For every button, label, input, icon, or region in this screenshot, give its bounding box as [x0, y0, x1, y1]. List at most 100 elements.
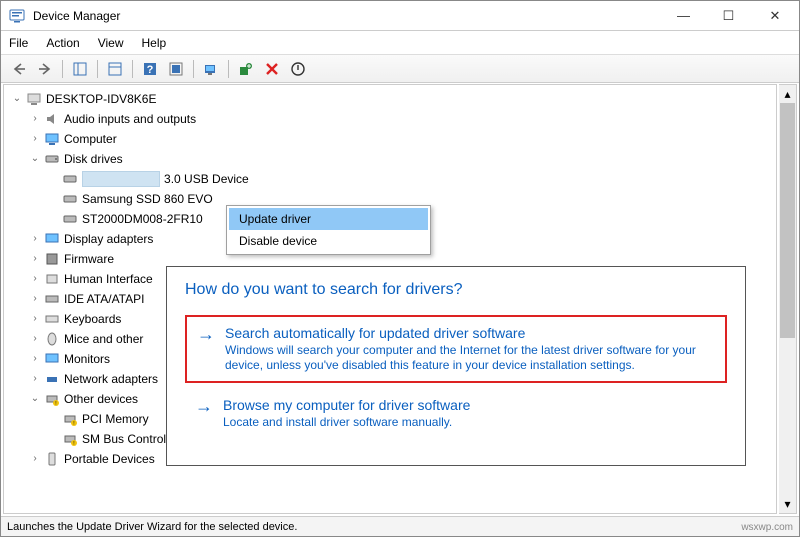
option-title: Search automatically for updated driver … [225, 325, 715, 341]
disk-icon [44, 151, 60, 167]
tree-item-label: Keyboards [64, 309, 121, 329]
tree-item-label: Samsung SSD 860 EVO [82, 189, 213, 209]
toolbar-separator [132, 60, 133, 78]
tree-item-label: Other devices [64, 389, 138, 409]
tree-item-label: Network adapters [64, 369, 158, 389]
expand-icon[interactable]: › [28, 449, 42, 469]
tree-item-label: Firmware [64, 249, 114, 269]
speaker-icon [44, 111, 60, 127]
network-icon [44, 371, 60, 387]
hid-icon [44, 271, 60, 287]
option-browse-computer[interactable]: → Browse my computer for driver software… [185, 389, 727, 438]
expand-icon[interactable]: › [28, 349, 42, 369]
vertical-scrollbar[interactable]: ▴ ▾ [779, 84, 797, 514]
blurred-label: ████████ [82, 171, 160, 187]
computer-icon [44, 131, 60, 147]
toolbar-separator [97, 60, 98, 78]
expand-icon[interactable]: › [28, 109, 42, 129]
driver-search-dialog: How do you want to search for drivers? →… [166, 266, 746, 466]
option-search-automatically[interactable]: → Search automatically for updated drive… [185, 315, 727, 383]
portable-icon [44, 451, 60, 467]
warning-icon: ! [44, 391, 60, 407]
tree-item-label: Monitors [64, 349, 110, 369]
expand-icon[interactable]: › [28, 249, 42, 269]
tree-item-label: Human Interface [64, 269, 153, 289]
forward-button[interactable] [33, 58, 57, 80]
help-button[interactable]: ? [138, 58, 162, 80]
tree-item-audio[interactable]: › Audio inputs and outputs [10, 109, 776, 129]
properties-button[interactable] [103, 58, 127, 80]
disk-icon [62, 171, 78, 187]
menu-bar: File Action View Help [1, 31, 799, 55]
tree-item-label: PCI Memory [82, 409, 149, 429]
option-desc: Locate and install driver software manua… [223, 415, 470, 430]
tree-item-label: 3.0 USB Device [164, 169, 249, 189]
scroll-thumb[interactable] [780, 103, 795, 338]
tree-item-label: Portable Devices [64, 449, 155, 469]
title-bar: Device Manager — ☐ ✕ [1, 1, 799, 31]
svg-text:!: ! [73, 421, 74, 427]
show-hide-tree-button[interactable] [68, 58, 92, 80]
scan-hardware-button[interactable] [199, 58, 223, 80]
collapse-icon[interactable]: ⌄ [10, 89, 24, 109]
tree-item-disk-drives[interactable]: ⌄ Disk drives [10, 149, 776, 169]
mouse-icon [44, 331, 60, 347]
expand-icon[interactable]: › [28, 329, 42, 349]
ctx-update-driver[interactable]: Update driver [229, 208, 428, 230]
svg-text:!: ! [55, 401, 56, 407]
tree-root[interactable]: ⌄ DESKTOP-IDV8K6E [10, 89, 776, 109]
menu-view[interactable]: View [98, 36, 124, 50]
collapse-icon[interactable]: ⌄ [28, 389, 42, 409]
toolbar-separator [228, 60, 229, 78]
uninstall-device-button[interactable] [260, 58, 284, 80]
tree-item-label: ST2000DM008-2FR10 [82, 209, 203, 229]
toolbar-separator [193, 60, 194, 78]
menu-file[interactable]: File [9, 36, 28, 50]
minimize-button[interactable]: — [661, 1, 706, 30]
collapse-icon[interactable]: ⌄ [28, 149, 42, 169]
tree-item-label: Computer [64, 129, 117, 149]
ctx-disable-device[interactable]: Disable device [229, 230, 428, 252]
dialog-title: How do you want to search for drivers? [185, 281, 727, 299]
menu-help[interactable]: Help [142, 36, 167, 50]
keyboard-icon [44, 311, 60, 327]
svg-text:!: ! [73, 441, 74, 447]
scroll-down-button[interactable]: ▾ [779, 495, 796, 513]
tree-item-label: SM Bus Controller [82, 429, 179, 449]
tree-root-label: DESKTOP-IDV8K6E [46, 89, 156, 109]
expand-icon[interactable]: › [28, 269, 42, 289]
tree-item-label: Display adapters [64, 229, 153, 249]
warning-icon: ! [62, 411, 78, 427]
window-controls: — ☐ ✕ [661, 1, 799, 30]
update-driver-button[interactable] [234, 58, 258, 80]
disk-icon [62, 191, 78, 207]
scroll-track[interactable] [779, 103, 796, 495]
maximize-button[interactable]: ☐ [706, 1, 751, 30]
firmware-icon [44, 251, 60, 267]
arrow-right-icon: → [195, 397, 213, 430]
tree-item-computer[interactable]: › Computer [10, 129, 776, 149]
ide-icon [44, 291, 60, 307]
tree-item-label: Disk drives [64, 149, 123, 169]
expand-icon[interactable]: › [28, 289, 42, 309]
context-menu: Update driver Disable device [226, 205, 431, 255]
expand-icon[interactable]: › [28, 309, 42, 329]
menu-action[interactable]: Action [46, 36, 79, 50]
close-button[interactable]: ✕ [751, 1, 799, 30]
action-button[interactable] [164, 58, 188, 80]
tree-item-usb-device[interactable]: ████████ 3.0 USB Device [10, 169, 776, 189]
status-text: Launches the Update Driver Wizard for th… [7, 521, 297, 533]
toolbar: ? [1, 55, 799, 83]
watermark: wsxwp.com [741, 522, 793, 533]
disable-device-button[interactable] [286, 58, 310, 80]
back-button[interactable] [7, 58, 31, 80]
svg-text:?: ? [147, 64, 154, 76]
scroll-up-button[interactable]: ▴ [779, 85, 796, 103]
tree-item-label: Audio inputs and outputs [64, 109, 196, 129]
window-title: Device Manager [33, 9, 661, 23]
expand-icon[interactable]: › [28, 229, 42, 249]
tree-item-label: IDE ATA/ATAPI [64, 289, 144, 309]
expand-icon[interactable]: › [28, 129, 42, 149]
monitor-icon [44, 351, 60, 367]
expand-icon[interactable]: › [28, 369, 42, 389]
